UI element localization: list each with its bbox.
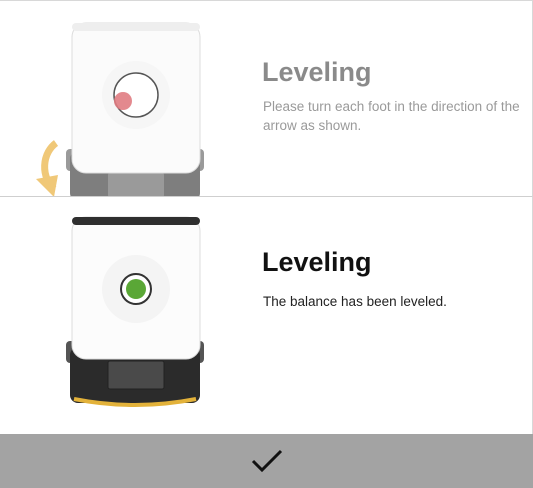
checkmark-icon [251, 449, 282, 473]
confirm-button[interactable] [0, 434, 533, 488]
step-description: The balance has been leveled. [263, 294, 447, 309]
balance-illustration-unleveled [36, 22, 204, 196]
leveling-step-complete: Leveling The balance has been leveled. [0, 196, 533, 434]
step-title: Leveling [262, 57, 372, 87]
step-description: Please turn each foot in the direction o… [263, 99, 520, 133]
balance-illustration-leveled [66, 216, 204, 407]
step-title: Leveling [262, 247, 372, 277]
leveling-step-adjusting: Leveling Please turn each foot in the di… [0, 0, 533, 196]
footer-bar [0, 434, 533, 488]
